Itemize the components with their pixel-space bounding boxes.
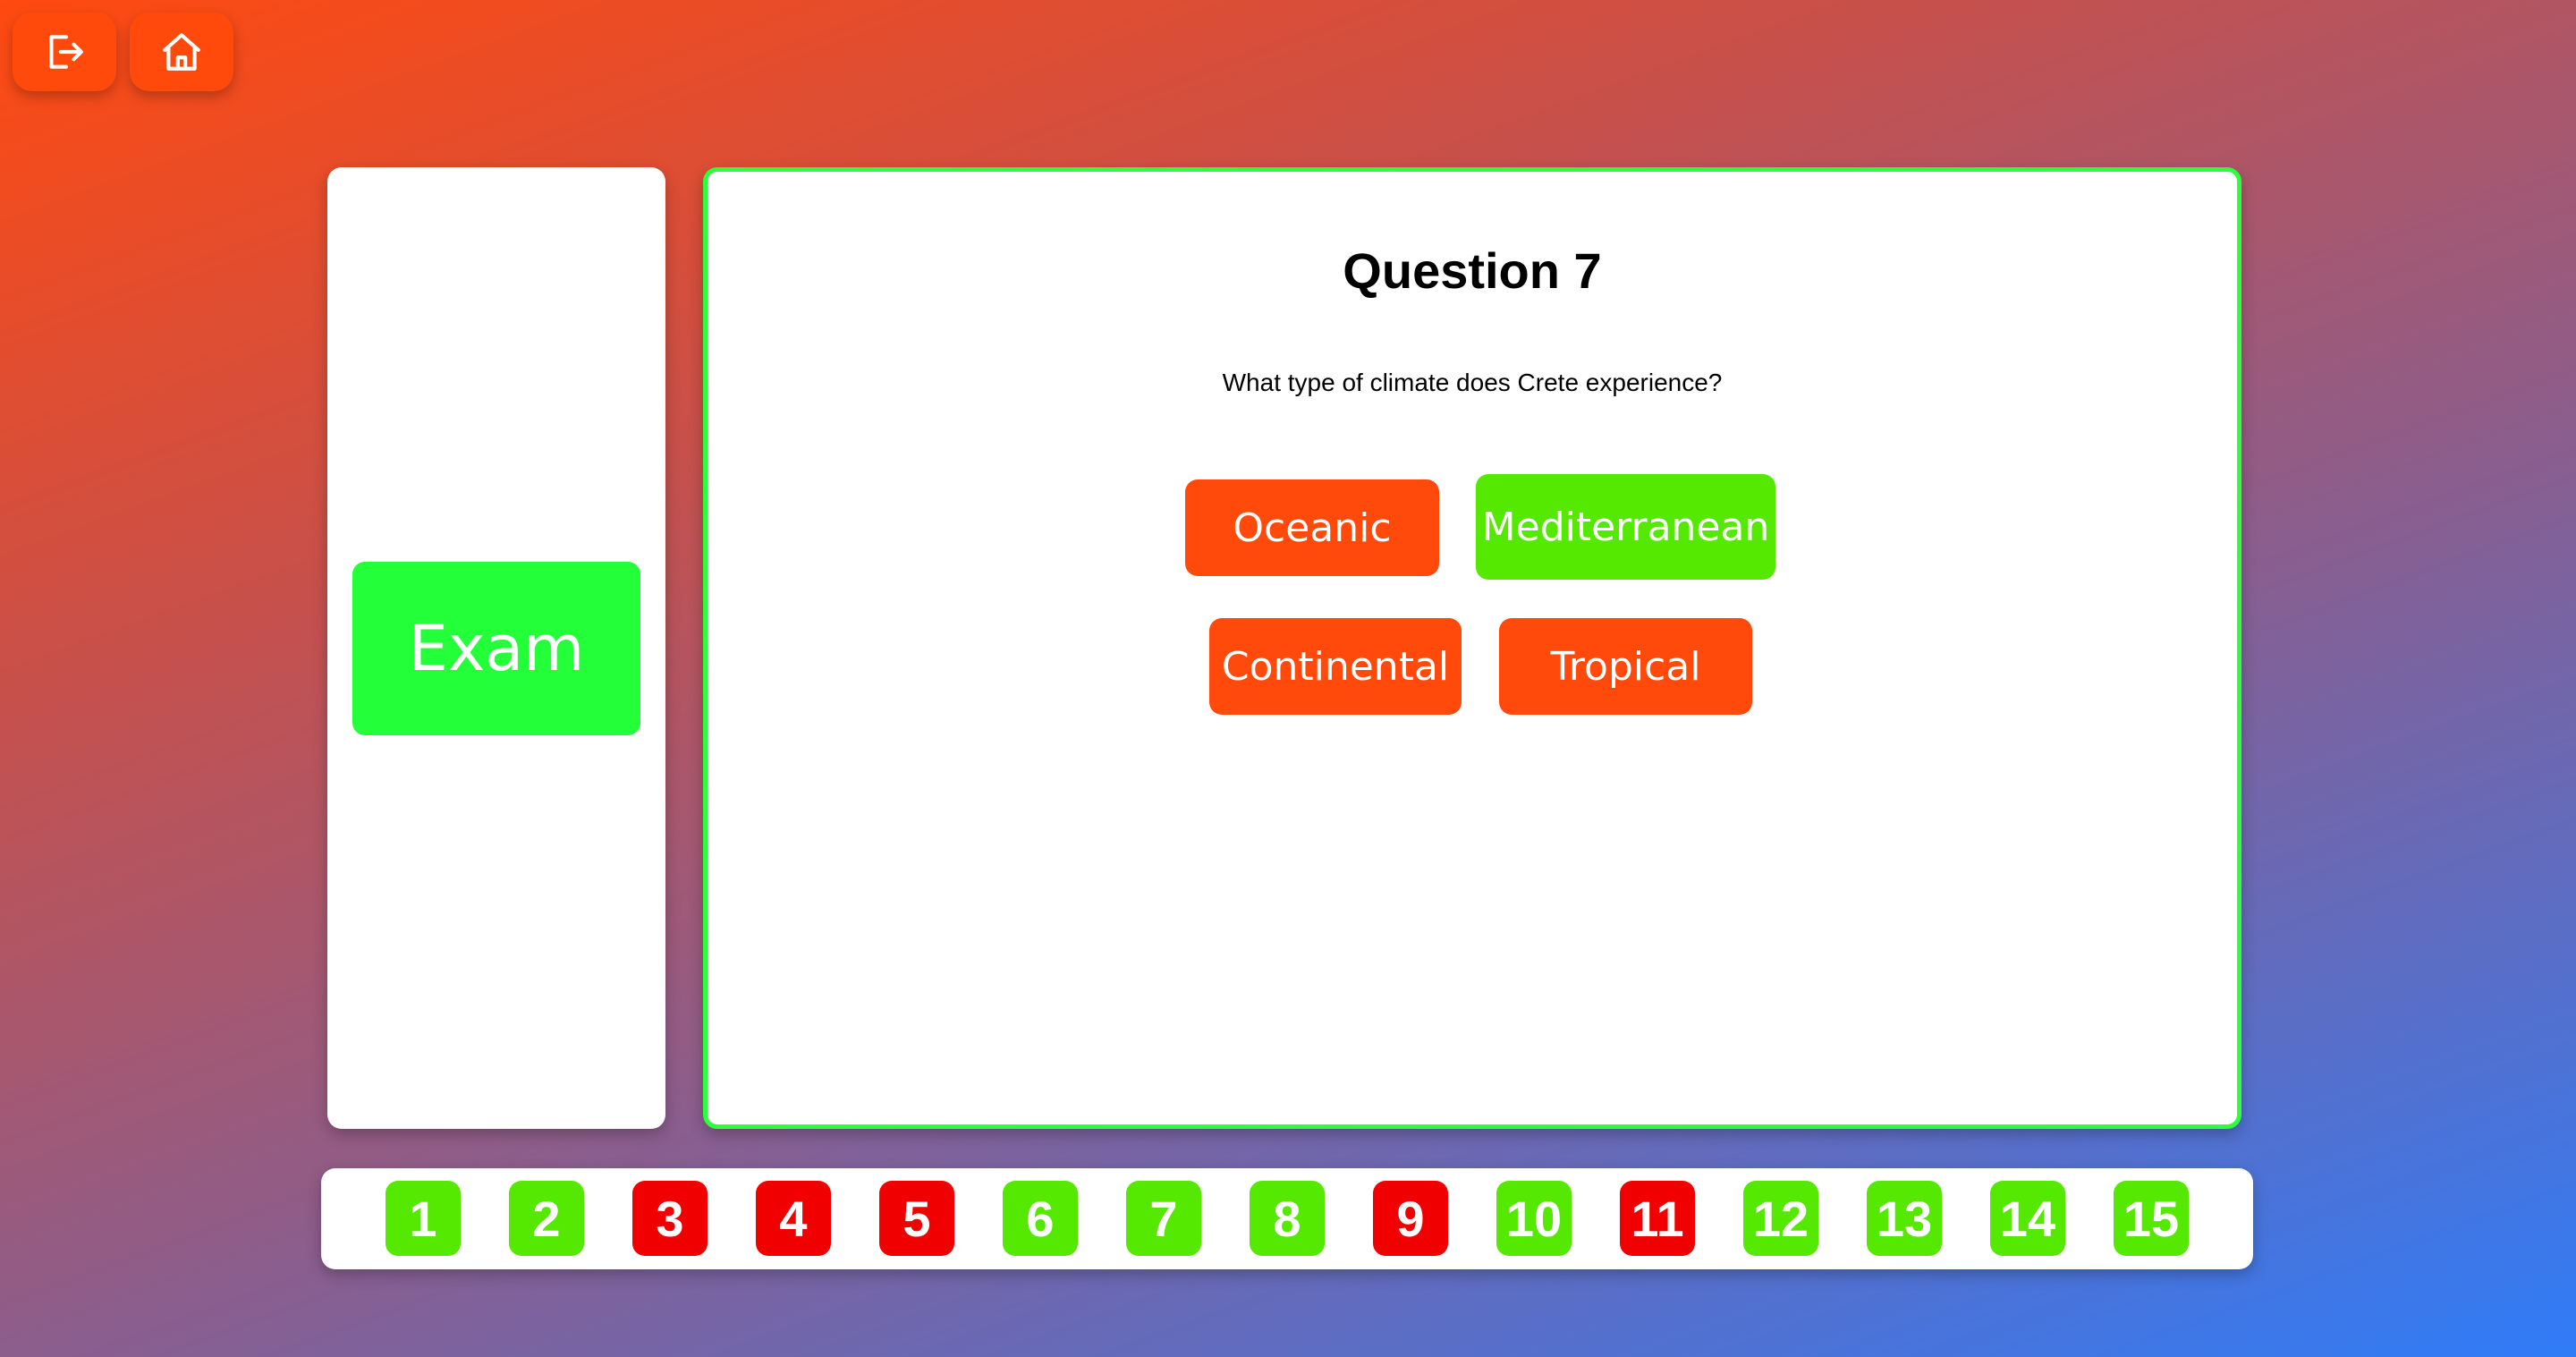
exit-button[interactable] [13, 13, 116, 91]
question-nav-button[interactable]: 5 [879, 1181, 954, 1256]
question-nav-button[interactable]: 1 [386, 1181, 461, 1256]
question-title: Question 7 [1343, 242, 1602, 299]
question-nav-button[interactable]: 12 [1743, 1181, 1818, 1256]
question-nav-button[interactable]: 9 [1373, 1181, 1448, 1256]
answer-option-oceanic[interactable]: Oceanic [1185, 479, 1439, 576]
question-navigator: 1 2 3 4 5 6 7 8 9 10 11 12 13 14 15 [321, 1168, 2253, 1269]
question-nav-button[interactable]: 15 [2114, 1181, 2189, 1256]
mode-panel: Exam [327, 167, 665, 1129]
home-button[interactable] [130, 13, 233, 91]
question-nav-button[interactable]: 2 [509, 1181, 584, 1256]
answer-option-continental[interactable]: Continental [1209, 618, 1462, 715]
question-nav-button[interactable]: 3 [632, 1181, 708, 1256]
question-nav-button[interactable]: 10 [1496, 1181, 1572, 1256]
question-text: What type of climate does Crete experien… [1222, 369, 1723, 396]
logout-icon [49, 35, 83, 69]
question-panel: Question 7 What type of climate does Cre… [703, 167, 2241, 1129]
answer-option-tropical[interactable]: Tropical [1499, 618, 1752, 715]
home-icon [163, 33, 200, 71]
question-nav-button[interactable]: 4 [756, 1181, 831, 1256]
question-nav-button[interactable]: 11 [1620, 1181, 1695, 1256]
question-nav-button[interactable]: 14 [1990, 1181, 2065, 1256]
question-nav-button[interactable]: 6 [1003, 1181, 1078, 1256]
question-nav-button[interactable]: 13 [1867, 1181, 1942, 1256]
answer-option-mediterranean[interactable]: Mediterranean [1476, 474, 1775, 580]
exam-button[interactable]: Exam [352, 562, 640, 735]
question-nav-button[interactable]: 8 [1250, 1181, 1325, 1256]
question-nav-button[interactable]: 7 [1126, 1181, 1201, 1256]
